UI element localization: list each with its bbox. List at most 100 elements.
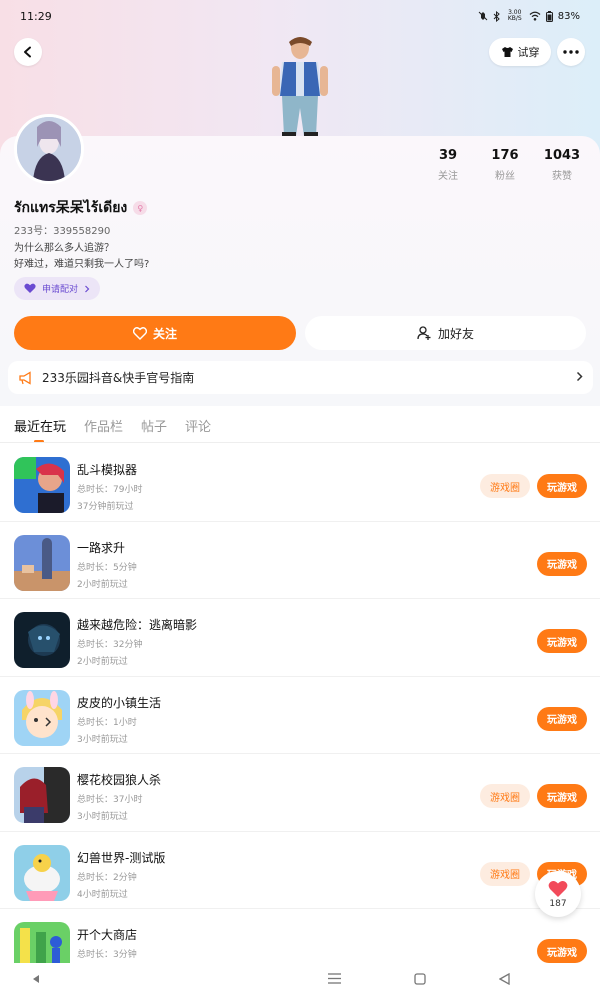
- game-last-played: 2小时前玩过: [77, 579, 128, 590]
- game-circle-button[interactable]: 游戏圈: [480, 784, 530, 808]
- play-game-button[interactable]: 玩游戏: [537, 939, 587, 963]
- apply-pair-label: 申请配对: [42, 285, 79, 295]
- stat-likes[interactable]: 1043 获赞: [534, 148, 590, 182]
- status-bar: 11:29 3.00 KB/S 83%: [0, 0, 600, 32]
- mute-icon: [478, 11, 488, 21]
- list-item[interactable]: 幻兽世界-测试版 总时长：2分钟 4小时前玩过 游戏圈 玩游戏: [0, 832, 600, 909]
- game-name: 越来越危险：逃离暗影: [77, 618, 198, 632]
- follow-label: 关注: [152, 326, 177, 341]
- play-game-button[interactable]: 玩游戏: [537, 706, 587, 731]
- try-on-button[interactable]: 试穿: [489, 38, 551, 66]
- heart-icon: [548, 880, 568, 897]
- stat-likes-label: 获赞: [552, 171, 572, 182]
- bio: 为什么那么多人追游？ 好难过，难道只剩我一人了吗?: [14, 241, 149, 273]
- floating-like-button[interactable]: 187: [535, 871, 581, 917]
- more-button[interactable]: [557, 38, 585, 66]
- heart-pair-icon: [24, 283, 36, 293]
- game-last-played: 37分钟前玩过: [77, 502, 134, 512]
- add-heart-icon: [132, 326, 147, 340]
- game-duration: 总时长：37小时: [77, 795, 143, 805]
- game-last-played: 3小时前玩过: [77, 734, 128, 745]
- gender-badge-icon: ♀: [133, 201, 148, 215]
- more-icon: [563, 50, 579, 54]
- game-duration: 总时长：32分钟: [77, 640, 143, 650]
- follow-button[interactable]: 关注: [14, 316, 296, 350]
- tab-comments[interactable]: 评论: [185, 416, 211, 435]
- wifi-icon: [529, 11, 541, 21]
- game-name: 皮皮的小镇生活: [77, 695, 162, 710]
- back-icon: [24, 46, 31, 58]
- list-item[interactable]: 越来越危险：逃离暗影 总时长：32分钟 2小时前玩过 玩游戏: [0, 599, 600, 677]
- game-last-played: 2小时前玩过: [77, 657, 128, 667]
- game-icon: [14, 844, 70, 901]
- notice-banner[interactable]: 233乐园抖音&快手官号指南: [8, 361, 593, 394]
- game-name: 开个大商店: [77, 928, 138, 942]
- stat-fans-label: 粉丝: [495, 171, 515, 182]
- status-time: 11:29: [20, 9, 52, 23]
- game-last-played: 3小时前玩过: [77, 812, 128, 822]
- game-name: 幻兽世界-测试版: [77, 850, 166, 865]
- chevron-right-icon: [576, 371, 583, 385]
- chevron-right-icon: [85, 285, 90, 292]
- game-duration: 总时长：2分钟: [77, 872, 137, 883]
- profile-stats: 39 关注 176 粉丝 1043 获赞: [420, 148, 590, 182]
- game-name: 乱斗模拟器: [77, 463, 138, 477]
- game-icon: [14, 612, 70, 668]
- play-game-button[interactable]: 玩游戏: [537, 474, 587, 498]
- status-icons: 3.00 KB/S 83%: [478, 10, 580, 22]
- recents-icon[interactable]: [328, 973, 341, 988]
- tab-recent-played[interactable]: 最近在玩: [14, 416, 66, 443]
- game-icon: [14, 689, 70, 746]
- add-friend-label: 加好友: [437, 326, 474, 341]
- like-count: 187: [549, 898, 567, 909]
- game-duration: 总时长：79小时: [77, 485, 143, 495]
- stat-following-count: 39: [438, 148, 458, 163]
- game-circle-button[interactable]: 游戏圈: [480, 861, 530, 886]
- battery-icon: [545, 10, 553, 22]
- play-game-button[interactable]: 玩游戏: [537, 784, 587, 808]
- nav-collapse-icon[interactable]: [32, 973, 40, 988]
- game-duration: 总时长：5分钟: [77, 562, 137, 573]
- megaphone-icon: [19, 370, 31, 385]
- bio-line-1: 为什么那么多人追游？: [14, 243, 114, 254]
- battery-percentage: 83%: [557, 10, 580, 22]
- bio-line-2: 好难过，难道只剩我一人了吗?: [14, 259, 150, 270]
- username: รักแทร呆呆ไร้เดียง ♀: [14, 197, 148, 219]
- apply-pair-button[interactable]: 申请配对: [14, 277, 101, 300]
- back-button[interactable]: [14, 38, 42, 66]
- game-circle-button[interactable]: 游戏圈: [480, 474, 530, 498]
- stat-fans[interactable]: 176 粉丝: [477, 148, 533, 182]
- stat-following[interactable]: 39 关注: [420, 148, 476, 182]
- play-game-button[interactable]: 玩游戏: [537, 629, 587, 653]
- tab-posts[interactable]: 帖子: [141, 416, 167, 435]
- shirt-icon: [501, 47, 513, 57]
- notice-text: 233乐园抖音&快手官号指南: [42, 371, 195, 385]
- game-name: 樱花校园狼人杀: [77, 773, 162, 787]
- play-game-button[interactable]: 玩游戏: [537, 551, 587, 576]
- try-on-label: 试穿: [517, 46, 540, 59]
- list-item[interactable]: 樱花校园狼人杀 总时长：37小时 3小时前玩过 游戏圈 玩游戏: [0, 754, 600, 832]
- add-user-icon: [417, 326, 431, 340]
- home-icon[interactable]: [414, 973, 426, 989]
- list-item[interactable]: 乱斗模拟器 总时长：79小时 37分钟前玩过 游戏圈 玩游戏: [0, 444, 600, 522]
- username-text: รักแทร呆呆ไร้เดียง: [14, 200, 128, 216]
- avatar[interactable]: [14, 114, 84, 184]
- add-friend-button[interactable]: 加好友: [305, 316, 586, 350]
- bluetooth-icon: [493, 10, 500, 22]
- game-icon: [14, 457, 70, 513]
- game-icon: [14, 534, 70, 591]
- game-name: 一路求升: [77, 540, 126, 555]
- stat-likes-count: 1043: [543, 148, 581, 163]
- list-item[interactable]: 皮皮的小镇生活 总时长：1小时 3小时前玩过 玩游戏: [0, 677, 600, 754]
- game-icon: [14, 767, 70, 823]
- game-duration: 总时长：3分钟: [77, 950, 137, 960]
- network-speed: 3.00 KB/S: [507, 9, 522, 22]
- recent-games-list: 乱斗模拟器 总时长：79小时 37分钟前玩过 游戏圈 玩游戏 一路求升 总时长：…: [0, 444, 600, 987]
- tabs-divider: [0, 442, 600, 443]
- stat-following-label: 关注: [438, 171, 458, 182]
- profile-tabs: 最近在玩 作品栏 帖子 评论: [14, 416, 211, 443]
- back-nav-icon[interactable]: [498, 972, 510, 989]
- tab-works[interactable]: 作品栏: [84, 416, 123, 435]
- list-item[interactable]: 一路求升 总时长：5分钟 2小时前玩过 玩游戏: [0, 522, 600, 599]
- stat-fans-count: 176: [491, 148, 519, 163]
